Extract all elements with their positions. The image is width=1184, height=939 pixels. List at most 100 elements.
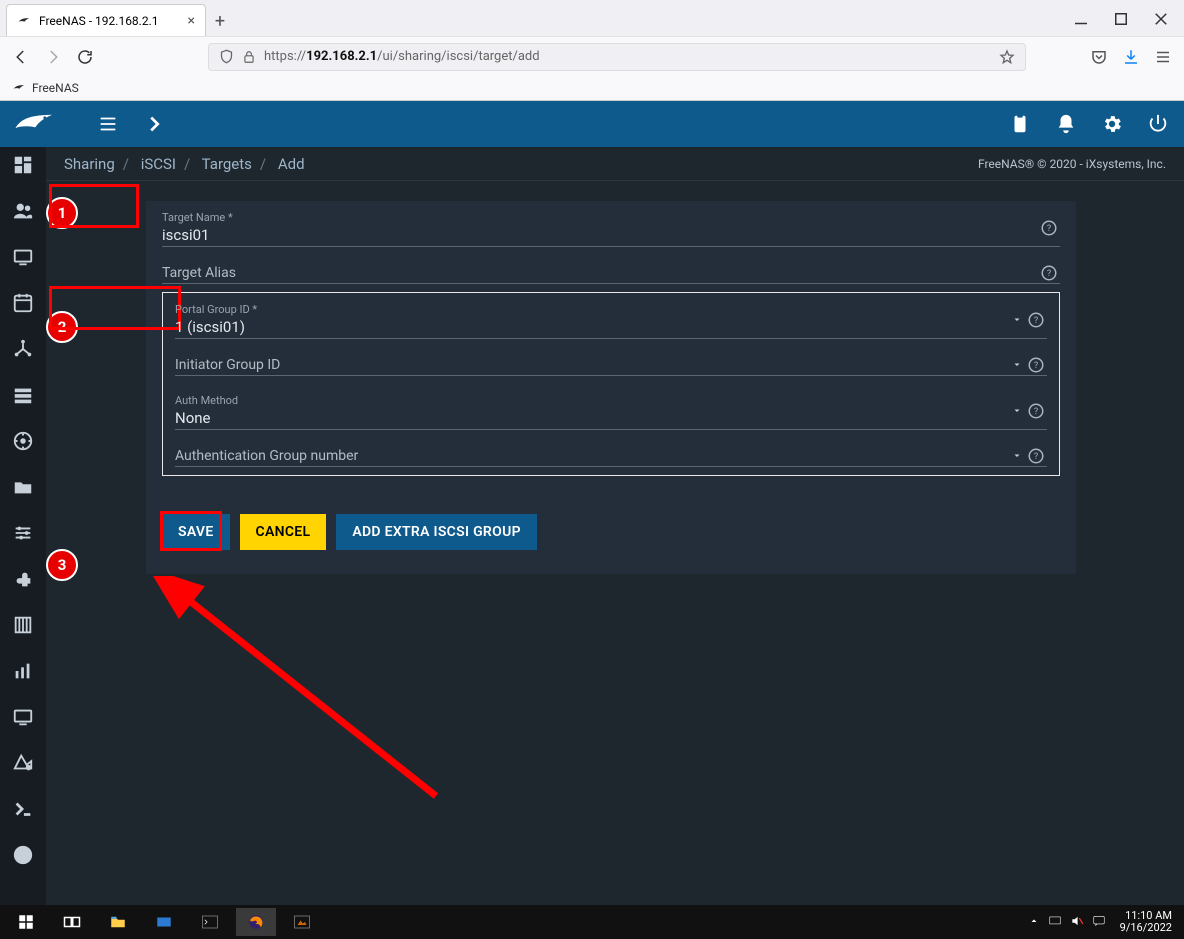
help-icon[interactable]: ? bbox=[1025, 400, 1047, 422]
chevron-down-icon[interactable] bbox=[1011, 356, 1023, 375]
target-alias-field[interactable]: Target Alias ? bbox=[162, 263, 1060, 284]
breadcrumb-iscsi[interactable]: iSCSI bbox=[141, 155, 176, 173]
auth-method-value[interactable]: None bbox=[175, 409, 1047, 427]
help-icon[interactable]: ? bbox=[1038, 217, 1060, 239]
sidebar-item-reporting[interactable] bbox=[11, 659, 35, 683]
sidebar-item-tasks[interactable] bbox=[11, 291, 35, 315]
chevron-down-icon[interactable] bbox=[1011, 310, 1023, 329]
firefox-icon[interactable] bbox=[236, 908, 276, 936]
sidebar-item-display[interactable] bbox=[11, 751, 35, 775]
app2-icon[interactable] bbox=[282, 908, 322, 936]
bookmark-toolbar: FreeNAS bbox=[0, 76, 1184, 100]
auth-method-label: Auth Method bbox=[175, 394, 1047, 407]
sidebar-item-jails[interactable] bbox=[11, 613, 35, 637]
windows-taskbar: 11:10 AM 9/16/2022 bbox=[0, 905, 1184, 939]
start-button[interactable] bbox=[6, 908, 46, 936]
new-tab-button[interactable]: + bbox=[206, 7, 234, 36]
lock-icon bbox=[242, 50, 256, 64]
iscsi-group-box: Portal Group ID * 1 (iscsi01) ? Initiato… bbox=[162, 292, 1060, 476]
add-extra-iscsi-group-button[interactable]: ADD EXTRA ISCSI GROUP bbox=[336, 514, 537, 550]
app-logo-icon[interactable] bbox=[14, 109, 58, 139]
sidebar-item-sharing[interactable] bbox=[11, 475, 35, 499]
downloads-icon[interactable] bbox=[1122, 48, 1140, 66]
cancel-button[interactable]: CANCEL bbox=[240, 514, 327, 550]
sidebar-item-storage[interactable] bbox=[11, 383, 35, 407]
tab-bar: FreeNAS - 192.168.2.1 × + bbox=[0, 0, 1184, 36]
initiator-group-label: Initiator Group ID bbox=[175, 357, 1047, 373]
auth-method-field[interactable]: Auth Method None ? bbox=[175, 392, 1047, 430]
sidebar-item-dashboard[interactable] bbox=[11, 153, 35, 177]
sidebar-item-shell[interactable] bbox=[11, 797, 35, 821]
app-topbar bbox=[0, 101, 1184, 147]
initiator-group-field[interactable]: Initiator Group ID ? bbox=[175, 355, 1047, 376]
target-name-label: Target Name * bbox=[162, 211, 1060, 224]
url-text: https://192.168.2.1/ui/sharing/iscsi/tar… bbox=[264, 49, 540, 64]
chevron-down-icon[interactable] bbox=[1011, 401, 1023, 420]
app-menu-icon[interactable] bbox=[1154, 48, 1172, 66]
annotation-arrow-icon bbox=[146, 576, 446, 806]
tray-chat-icon[interactable] bbox=[1092, 914, 1106, 931]
bookmark-favicon-icon bbox=[12, 81, 26, 95]
pocket-icon[interactable] bbox=[1090, 48, 1108, 66]
url-bar[interactable]: https://192.168.2.1/ui/sharing/iscsi/tar… bbox=[208, 43, 1026, 71]
menu-icon[interactable] bbox=[96, 112, 120, 136]
sidebar-item-guide[interactable] bbox=[11, 843, 35, 867]
tray-monitor-icon[interactable] bbox=[1048, 914, 1062, 931]
nav-bar: https://192.168.2.1/ui/sharing/iscsi/tar… bbox=[0, 36, 1184, 76]
power-icon[interactable] bbox=[1146, 112, 1170, 136]
window-minimize-icon[interactable] bbox=[1072, 10, 1090, 28]
target-name-value[interactable]: iscsi01 bbox=[162, 226, 1060, 244]
app-root: Sharing/ iSCSI/ Targets/ Add FreeNAS® © … bbox=[0, 101, 1184, 905]
system-tray[interactable] bbox=[1028, 914, 1106, 931]
help-icon[interactable]: ? bbox=[1025, 309, 1047, 331]
tray-volume-icon[interactable] bbox=[1070, 914, 1084, 931]
tray-chevron-up-icon[interactable] bbox=[1028, 915, 1040, 930]
app-icon[interactable] bbox=[144, 908, 184, 936]
target-name-field[interactable]: Target Name * iscsi01 ? bbox=[162, 209, 1060, 247]
breadcrumb-add[interactable]: Add bbox=[278, 155, 305, 173]
bookmark-star-icon[interactable] bbox=[999, 49, 1015, 65]
terminal-icon[interactable] bbox=[190, 908, 230, 936]
url-path: /ui/sharing/iscsi/target/add bbox=[377, 49, 539, 64]
window-close-icon[interactable] bbox=[1152, 10, 1170, 28]
tab-close-icon[interactable]: × bbox=[188, 13, 195, 29]
sidebar-item-plugins[interactable] bbox=[11, 567, 35, 591]
chevron-right-icon[interactable] bbox=[142, 112, 166, 136]
clipboard-icon[interactable] bbox=[1008, 112, 1032, 136]
bell-icon[interactable] bbox=[1054, 112, 1078, 136]
save-button[interactable]: SAVE bbox=[162, 514, 230, 550]
chevron-down-icon[interactable] bbox=[1011, 447, 1023, 466]
window-maximize-icon[interactable] bbox=[1112, 10, 1130, 28]
nav-reload-icon[interactable] bbox=[76, 48, 94, 66]
bookmark-name[interactable]: FreeNAS bbox=[32, 81, 79, 95]
sidebar-item-vm[interactable] bbox=[11, 705, 35, 729]
breadcrumb-targets[interactable]: Targets bbox=[202, 155, 252, 173]
gear-icon[interactable] bbox=[1100, 112, 1124, 136]
target-alias-label: Target Alias bbox=[162, 265, 1060, 281]
sidebar-item-accounts[interactable] bbox=[11, 199, 35, 223]
breadcrumb-sharing[interactable]: Sharing bbox=[64, 155, 115, 173]
form-card: Target Name * iscsi01 ? Target Alias ? bbox=[146, 201, 1076, 574]
nav-back-icon[interactable] bbox=[12, 48, 30, 66]
portal-group-label: Portal Group ID * bbox=[175, 303, 1047, 316]
sidebar-item-services[interactable] bbox=[11, 521, 35, 545]
help-icon[interactable]: ? bbox=[1038, 262, 1060, 284]
svg-text:?: ? bbox=[1034, 361, 1038, 371]
help-icon[interactable]: ? bbox=[1025, 354, 1047, 376]
sidebar-item-directory[interactable] bbox=[11, 429, 35, 453]
browser-tab[interactable]: FreeNAS - 192.168.2.1 × bbox=[6, 4, 206, 36]
tab-title: FreeNAS - 192.168.2.1 bbox=[39, 14, 159, 28]
url-host: 192.168.2.1 bbox=[306, 49, 377, 64]
portal-group-field[interactable]: Portal Group ID * 1 (iscsi01) ? bbox=[175, 301, 1047, 339]
task-view-icon[interactable] bbox=[52, 908, 92, 936]
nav-forward-icon[interactable] bbox=[44, 48, 62, 66]
tab-favicon-icon bbox=[17, 14, 31, 28]
auth-group-field[interactable]: Authentication Group number ? bbox=[175, 446, 1047, 467]
taskbar-clock[interactable]: 11:10 AM 9/16/2022 bbox=[1120, 910, 1172, 934]
portal-group-value[interactable]: 1 (iscsi01) bbox=[175, 318, 1047, 336]
svg-text:?: ? bbox=[1034, 316, 1038, 326]
file-explorer-icon[interactable] bbox=[98, 908, 138, 936]
help-icon[interactable]: ? bbox=[1025, 445, 1047, 467]
sidebar-item-system[interactable] bbox=[11, 245, 35, 269]
sidebar-item-network[interactable] bbox=[11, 337, 35, 361]
